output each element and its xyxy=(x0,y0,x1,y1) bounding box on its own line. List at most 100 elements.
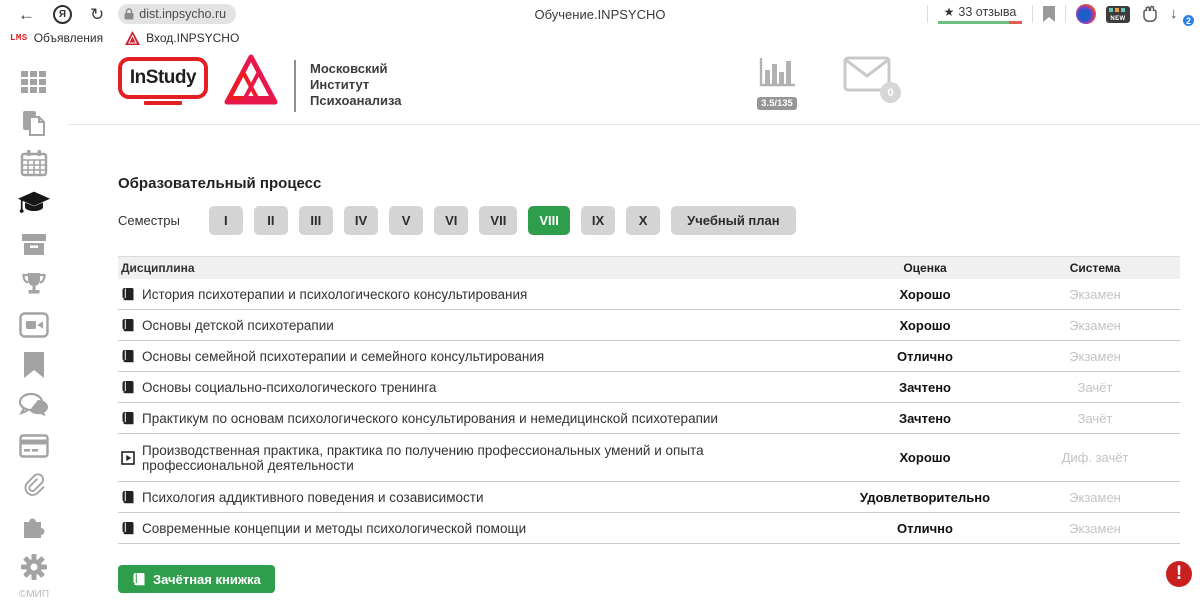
extension-new-icon[interactable]: NEW xyxy=(1106,6,1130,23)
bookmark-login-inpsycho[interactable]: Вход.INPSYCHO xyxy=(125,31,239,45)
sidebar-item-bookmarks[interactable] xyxy=(17,349,51,381)
download-arrow-icon: ↓ xyxy=(1170,5,1178,22)
discipline-name: История психотерапии и психологического … xyxy=(142,287,527,302)
tab-semester-8-active[interactable]: VIII xyxy=(528,206,570,235)
paperclip-icon xyxy=(22,472,46,500)
bookmark-label: Вход.INPSYCHO xyxy=(146,31,239,45)
discipline-cell[interactable]: Современные концепции и методы психологи… xyxy=(118,521,840,536)
discipline-cell[interactable]: История психотерапии и психологического … xyxy=(118,287,840,302)
table-row: Психология аддиктивного поведения и соза… xyxy=(118,482,1180,513)
system-cell: Зачёт xyxy=(1010,411,1180,426)
discipline-cell[interactable]: Практикум по основам психологического ко… xyxy=(118,411,840,426)
bookmark-icon xyxy=(23,351,45,379)
rating-stats-button[interactable]: 3.5/135 xyxy=(751,56,803,111)
documents-icon xyxy=(20,109,48,137)
grade-cell: Отлично xyxy=(840,349,1010,364)
table-row: Современные концепции и методы психологи… xyxy=(118,513,1180,544)
sidebar-item-documents[interactable] xyxy=(17,106,51,138)
discipline-name: Основы детской психотерапии xyxy=(142,318,334,333)
sidebar-item-settings[interactable] xyxy=(17,551,51,583)
tab-curriculum[interactable]: Учебный план xyxy=(671,206,795,235)
address-bar[interactable]: dist.inpsycho.ru xyxy=(118,4,236,24)
bookmark-label: Объявления xyxy=(34,31,103,45)
lock-icon xyxy=(124,8,134,20)
divider xyxy=(1065,5,1066,23)
discipline-cell[interactable]: Производственная практика, практика по п… xyxy=(118,443,840,473)
sidebar: ©МИП xyxy=(0,48,68,600)
system-cell: Диф. зачёт xyxy=(1010,450,1180,465)
instudy-logo[interactable]: InStudy xyxy=(118,57,208,103)
discipline-cell[interactable]: Основы социально-психологического тренин… xyxy=(118,380,840,395)
alert-glyph: ! xyxy=(1176,563,1182,585)
bookmarks-bar: LMS Объявления Вход.INPSYCHO xyxy=(0,28,1200,48)
discipline-name: Психология аддиктивного поведения и соза… xyxy=(142,490,483,505)
divider xyxy=(1032,5,1033,23)
grade-cell: Отлично xyxy=(840,521,1010,536)
tab-semester-3[interactable]: III xyxy=(299,206,333,235)
refresh-button[interactable]: ↻ xyxy=(90,6,104,23)
video-camera-icon xyxy=(19,312,49,338)
book-icon xyxy=(121,411,135,425)
divider xyxy=(927,5,928,23)
sidebar-item-calendar[interactable] xyxy=(17,147,51,179)
tab-semester-6[interactable]: VI xyxy=(434,206,468,235)
extension-browser-icon[interactable] xyxy=(1076,4,1096,24)
mip-triangle-favicon xyxy=(125,31,140,45)
discipline-name: Основы семейной психотерапии и семейного… xyxy=(142,349,544,364)
sidebar-item-messages[interactable] xyxy=(17,389,51,421)
discipline-name: Современные концепции и методы психологи… xyxy=(142,521,526,536)
sidebar-item-attachments[interactable] xyxy=(17,470,51,502)
sidebar-footer-copyright: ©МИП xyxy=(19,589,49,600)
calendar-icon xyxy=(20,149,48,177)
instudy-logo-text: InStudy xyxy=(130,67,196,89)
sidebar-item-payments[interactable] xyxy=(17,430,51,462)
system-cell: Экзамен xyxy=(1010,318,1180,333)
sidebar-item-achievements[interactable] xyxy=(17,268,51,300)
tab-semester-2[interactable]: II xyxy=(254,206,288,235)
semesters-label: Семестры xyxy=(118,213,180,228)
mip-triangle-logo xyxy=(224,54,278,113)
sidebar-item-archive[interactable] xyxy=(17,228,51,260)
bar-chart-icon xyxy=(757,56,797,88)
url-text: dist.inpsycho.ru xyxy=(139,7,226,21)
sidebar-item-video[interactable] xyxy=(17,308,51,340)
tab-semester-9[interactable]: IX xyxy=(581,206,615,235)
downloads-button[interactable]: ↓ 2 xyxy=(1170,4,1190,24)
browser-profile-icon[interactable]: Я xyxy=(53,5,72,24)
sidebar-item-education[interactable] xyxy=(17,187,51,219)
institute-name: Московский Институт Психоанализа xyxy=(310,61,402,109)
extension-glove-icon[interactable] xyxy=(1140,5,1160,23)
book-icon xyxy=(132,572,146,586)
grade-cell: Удовлетворительно xyxy=(840,490,1010,505)
site-reviews-button[interactable]: ★ 33 отзыва xyxy=(938,5,1022,24)
star-icon: ★ xyxy=(944,5,955,19)
sidebar-item-integrations[interactable] xyxy=(17,510,51,542)
bookmark-announcements[interactable]: LMS Объявления xyxy=(10,31,103,45)
tab-semester-1[interactable]: I xyxy=(209,206,243,235)
alert-exclamation-icon[interactable]: ! xyxy=(1166,561,1192,587)
discipline-name: Производственная практика, практика по п… xyxy=(142,443,824,473)
gradebook-button[interactable]: Зачётная книжка xyxy=(118,565,275,593)
discipline-cell[interactable]: Основы детской психотерапии xyxy=(118,318,840,333)
back-button[interactable]: ← xyxy=(18,6,35,23)
bookmark-flag-icon[interactable] xyxy=(1043,6,1055,22)
chat-bubbles-icon xyxy=(18,392,50,418)
tab-semester-5[interactable]: V xyxy=(389,206,423,235)
tab-semester-10[interactable]: X xyxy=(626,206,660,235)
gear-icon xyxy=(20,553,48,581)
discipline-cell[interactable]: Психология аддиктивного поведения и соза… xyxy=(118,490,840,505)
tab-semester-4[interactable]: IV xyxy=(344,206,378,235)
downloads-count-badge: 2 xyxy=(1182,14,1195,27)
new-label: NEW xyxy=(1110,15,1125,23)
book-icon xyxy=(121,287,135,301)
archive-box-icon xyxy=(20,230,48,258)
sidebar-item-apps[interactable] xyxy=(17,66,51,98)
reviews-label: 33 отзыва xyxy=(958,5,1016,19)
puzzle-icon xyxy=(20,512,48,540)
browser-chrome: ← Я ↻ dist.inpsycho.ru Обучение.INPSYCHO… xyxy=(0,0,1200,28)
mail-button[interactable]: 0 xyxy=(843,56,891,97)
discipline-cell[interactable]: Основы семейной психотерапии и семейного… xyxy=(118,349,840,364)
system-cell: Экзамен xyxy=(1010,287,1180,302)
column-header-discipline: Дисциплина xyxy=(118,261,840,275)
tab-semester-7[interactable]: VII xyxy=(479,206,517,235)
